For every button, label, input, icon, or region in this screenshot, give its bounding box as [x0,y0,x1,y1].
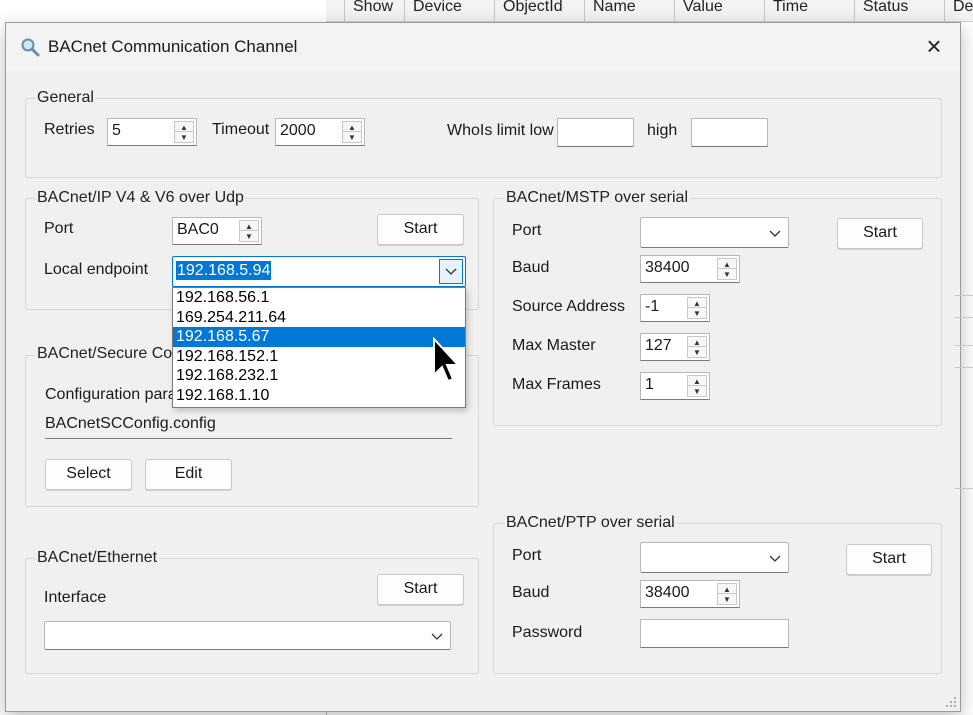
timeout-label: Timeout [212,121,270,138]
grid-column-objectid[interactable]: ObjectId [494,0,584,22]
mstp-max-frames-value: 1 [645,376,654,393]
mstp-source-address-value: -1 [645,298,660,315]
mstp-max-frames-spinner[interactable]: 1 ▲ ▼ [640,372,710,400]
ptp-start-button[interactable]: Start [846,544,932,575]
whois-high-label: high [647,122,678,139]
ethernet-interface-label: Interface [44,589,107,606]
communication-channel-dialog: BACnet Communication Channel × General R… [5,22,961,712]
whois-low-label: WhoIs limit low [447,122,554,139]
whois-low-input[interactable] [557,118,634,147]
timeout-spinner-arrows[interactable]: ▲ ▼ [342,121,362,143]
grid-column-time[interactable]: Time [764,0,854,22]
ip-port-spinner[interactable]: BAC0 ▲ ▼ [172,217,262,245]
ptp-baud-spinner-arrows[interactable]: ▲ ▼ [717,583,737,605]
endpoint-option[interactable]: 169.254.211.64 [173,308,465,328]
endpoint-option[interactable]: 192.168.152.1 [173,347,465,367]
mstp-baud-spinner[interactable]: 38400 ▲ ▼ [640,255,740,283]
chevron-down-icon [431,633,443,640]
mstp-baud-spinner-arrows[interactable]: ▲ ▼ [717,258,737,280]
local-endpoint-combo[interactable]: 192.168.5.94 [172,256,466,287]
mstp-source-address-spinner-arrows[interactable]: ▲ ▼ [687,297,707,319]
ip-port-label: Port [44,220,74,237]
title-bar[interactable]: BACnet Communication Channel × [6,23,960,71]
whois-high-input[interactable] [691,118,768,147]
mstp-source-address-label: Source Address [512,298,625,315]
chevron-down-icon [769,230,781,237]
chevron-down-icon [769,555,781,562]
grid-column-show[interactable]: Show [344,0,404,22]
ip-port-value: BAC0 [177,221,219,238]
general-group-title: General [35,89,96,107]
ptp-baud-label: Baud [512,584,550,601]
mouse-cursor-icon [433,337,461,383]
grid-column-device[interactable]: Device [404,0,494,22]
sc-edit-button[interactable]: Edit [145,459,232,490]
chevron-down-icon [445,268,457,275]
ptp-port-combo[interactable] [640,542,789,573]
ptp-password-input[interactable] [640,619,789,648]
endpoint-option-highlighted[interactable]: 192.168.5.67 [173,327,465,347]
local-endpoint-value: 192.168.5.94 [176,261,272,280]
retries-value: 5 [112,122,121,139]
grid-column-name[interactable]: Name [584,0,674,22]
ptp-port-label: Port [512,547,542,564]
ip-start-button[interactable]: Start [377,214,464,245]
retries-label: Retries [44,121,95,138]
sc-select-button[interactable]: Select [45,459,132,490]
local-endpoint-label: Local endpoint [44,261,149,278]
mstp-port-combo[interactable] [640,217,789,248]
mstp-max-frames-spinner-arrows[interactable]: ▲ ▼ [687,375,707,397]
retries-spinner[interactable]: 5 ▲ ▼ [107,118,197,146]
grid-column-status[interactable]: Status [854,0,944,22]
mstp-max-master-spinner[interactable]: 127 ▲ ▼ [640,333,710,361]
mstp-start-button[interactable]: Start [837,218,923,249]
resize-grip-icon[interactable] [945,696,957,708]
sc-config-label: Configuration para [45,386,177,403]
retries-spinner-arrows[interactable]: ▲ ▼ [174,121,194,143]
local-endpoint-dropdown-button[interactable] [439,259,463,284]
mstp-source-address-spinner[interactable]: -1 ▲ ▼ [640,294,710,322]
mstp-max-master-spinner-arrows[interactable]: ▲ ▼ [687,336,707,358]
endpoint-option[interactable]: 192.168.1.10 [173,386,465,406]
endpoint-option[interactable]: 192.168.56.1 [173,288,465,308]
mstp-port-label: Port [512,222,542,239]
mstp-baud-value: 38400 [645,259,690,276]
bacnet-sc-group-title: BACnet/Secure Co [35,345,175,363]
ptp-password-label: Password [512,624,583,641]
grid-column-de[interactable]: De [944,0,973,22]
timeout-spinner[interactable]: 2000 ▲ ▼ [275,118,365,146]
ethernet-interface-combo[interactable] [44,621,451,650]
timeout-value: 2000 [280,122,316,139]
sc-config-file-field[interactable]: BACnetSCConfig.config [45,415,452,439]
dialog-title: BACnet Communication Channel [48,37,298,56]
bacnet-ptp-group-title: BACnet/PTP over serial [504,514,677,532]
ip-port-spinner-arrows[interactable]: ▲ ▼ [239,220,259,242]
ptp-baud-spinner[interactable]: 38400 ▲ ▼ [640,580,740,608]
endpoint-option[interactable]: 192.168.232.1 [173,366,465,386]
bacnet-ip-group-title: BACnet/IP V4 & V6 over Udp [35,189,246,207]
ethernet-start-button[interactable]: Start [377,574,464,605]
mstp-max-master-label: Max Master [512,337,596,354]
bacnet-ethernet-group-title: BACnet/Ethernet [35,549,160,567]
local-endpoint-dropdown-list: 192.168.56.1 169.254.211.64 192.168.5.67… [172,287,466,408]
ptp-baud-value: 38400 [645,584,690,601]
mstp-max-frames-label: Max Frames [512,376,601,393]
grid-column-value[interactable]: Value [674,0,764,22]
mstp-baud-label: Baud [512,259,550,276]
magnifier-icon [21,38,40,57]
close-button[interactable]: × [922,33,946,59]
mstp-max-master-value: 127 [645,337,672,354]
bacnet-mstp-group-title: BACnet/MSTP over serial [504,189,690,207]
